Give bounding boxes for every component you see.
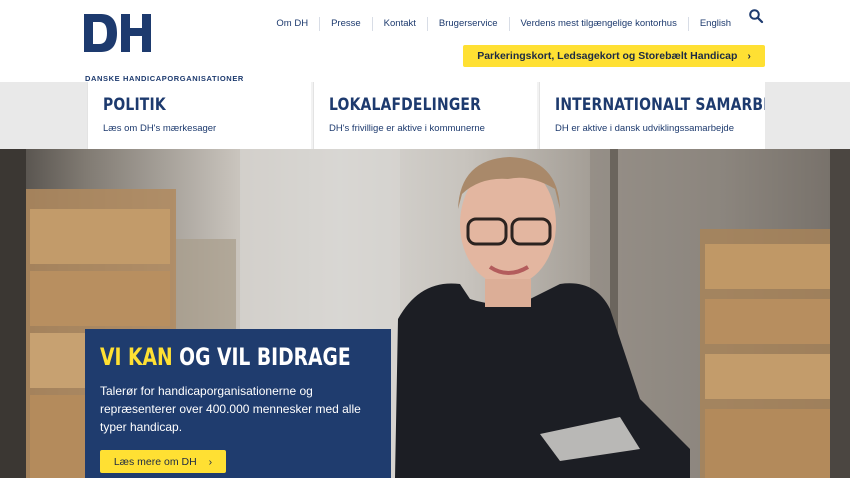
hero-description: Talerør for handicaporganisationerne og … [100,384,361,434]
card-title: LOKALAFDELINGER [329,95,482,115]
nav-om-dh[interactable]: Om DH [265,17,319,31]
card-gutter-left [0,82,87,149]
dh-logo[interactable]: DANSKE HANDICAPORGANISATIONER [84,14,254,83]
search-icon[interactable] [748,8,764,24]
card-gutter-right [765,82,850,149]
nav-brugerservice[interactable]: Brugerservice [426,17,509,31]
nav-presse[interactable]: Presse [319,17,372,31]
card-subtitle: DH's frivillige er aktive i kommunerne [329,123,485,134]
parking-card-button[interactable]: Parkeringskort, Ledsagekort og Storebælt… [463,45,765,67]
card-internationalt[interactable]: INTERNATIONALT SAMARBEJDE DH er aktive i… [539,82,800,149]
card-title: INTERNATIONALT SAMARBEJDE [555,95,800,115]
topic-cards: POLITIK Læs om DH's mærkesager LOKALAFDE… [0,82,850,149]
hero-banner: VI KAN OG VIL BIDRAGE Talerør for handic… [0,149,850,478]
nav-kontakt[interactable]: Kontakt [371,17,427,31]
read-more-label: Læs mere om DH [113,455,197,468]
hero-title: VI KAN OG VIL BIDRAGE [100,343,351,371]
hero-title-accent: VI KAN [100,343,173,371]
chevron-right-icon: › [747,50,751,62]
card-lokalafdelinger[interactable]: LOKALAFDELINGER DH's frivillige er aktiv… [313,82,537,149]
dh-logo-mark [84,14,151,52]
chevron-right-icon: › [208,455,213,468]
card-subtitle: Læs om DH's mærkesager [103,123,217,134]
site-header: DANSKE HANDICAPORGANISATIONER Om DH Pres… [0,0,850,83]
card-politik[interactable]: POLITIK Læs om DH's mærkesager [87,82,311,149]
hero-panel: VI KAN OG VIL BIDRAGE Talerør for handic… [85,329,391,478]
read-more-button[interactable]: Læs mere om DH › [100,450,226,473]
top-navigation: Om DH Presse Kontakt Brugerservice Verde… [265,16,742,32]
card-title: POLITIK [103,95,166,115]
parking-card-label: Parkeringskort, Ledsagekort og Storebælt… [477,50,738,62]
card-subtitle: DH er aktive i dansk udviklingssamarbejd… [555,123,734,134]
nav-kontorhus[interactable]: Verdens mest tilgængelige kontorhus [508,17,688,31]
nav-english[interactable]: English [687,17,742,31]
hero-title-rest: OG VIL BIDRAGE [172,343,351,371]
